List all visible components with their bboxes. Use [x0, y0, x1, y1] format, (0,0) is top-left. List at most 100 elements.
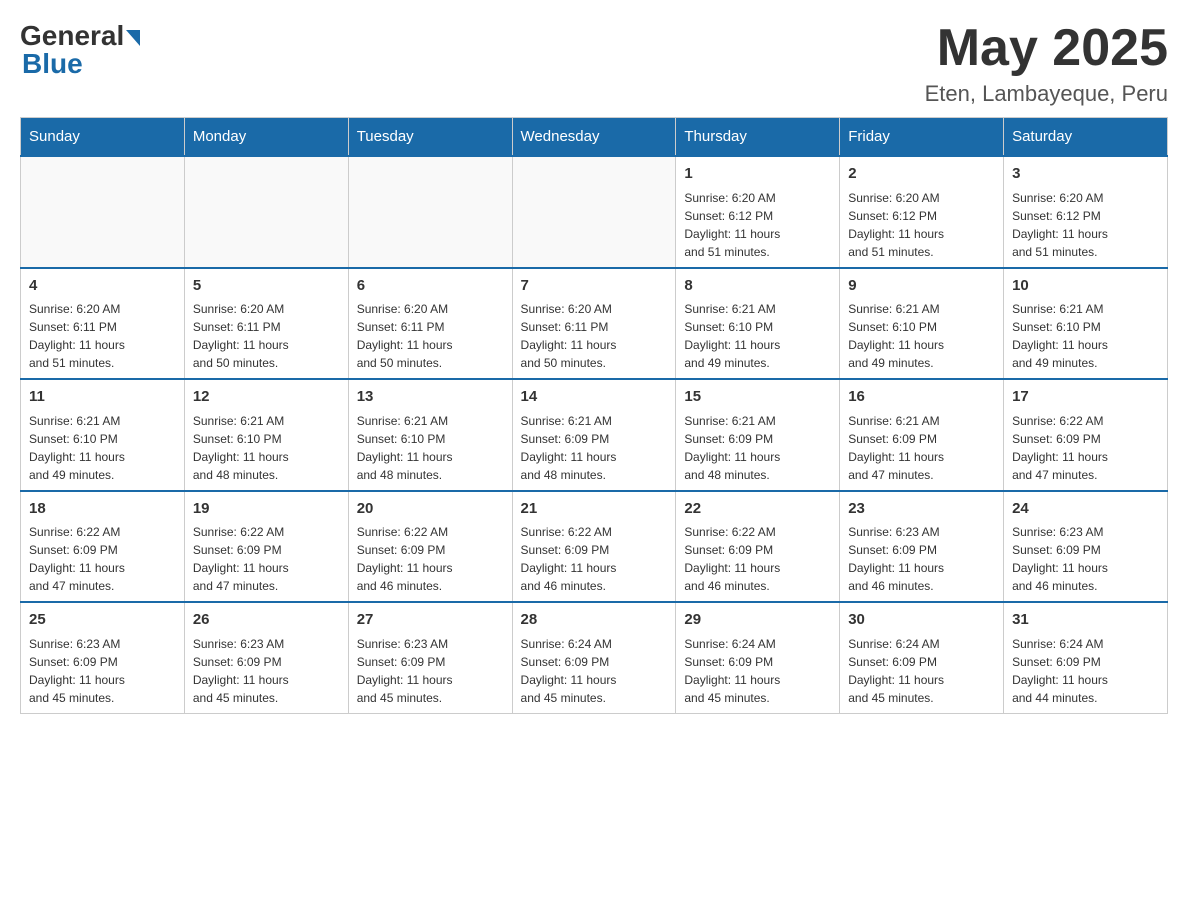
day-number: 4 [29, 275, 176, 298]
calendar-cell: 13 Sunrise: 6:21 AM Sunset: 6:10 PM Dayli… [348, 379, 512, 491]
day-number: 28 [521, 609, 668, 632]
week-row-3: 11 Sunrise: 6:21 AM Sunset: 6:10 PM Dayli… [21, 379, 1168, 491]
day-number: 25 [29, 609, 176, 632]
calendar-cell: 7Sunrise: 6:20 AM Sunset: 6:11 PM Daylig… [512, 268, 676, 380]
calendar-header-tuesday: Tuesday [348, 118, 512, 157]
calendar-cell [21, 156, 185, 268]
day-info: Sunrise: 6:23 AM Sunset: 6:09 PM Dayligh… [357, 635, 504, 707]
day-info: Sunrise: 6:21 AM Sunset: 6:10 PM Dayligh… [1012, 300, 1159, 372]
title-section: May 2025 Eten, Lambayeque, Peru [925, 20, 1168, 107]
day-info: Sunrise: 6:22 AM Sunset: 6:09 PM Dayligh… [521, 523, 668, 595]
day-number: 18 [29, 498, 176, 521]
calendar-cell: 27 Sunrise: 6:23 AM Sunset: 6:09 PM Dayli… [348, 602, 512, 713]
day-info: Sunrise: 6:21 AM Sunset: 6:09 PM Dayligh… [684, 412, 831, 484]
calendar-cell [184, 156, 348, 268]
calendar-cell: 24Sunrise: 6:23 AM Sunset: 6:09 PM Dayli… [1004, 491, 1168, 603]
calendar-cell: 29Sunrise: 6:24 AM Sunset: 6:09 PM Dayli… [676, 602, 840, 713]
day-info: Sunrise: 6:23 AM Sunset: 6:09 PM Dayligh… [193, 635, 340, 707]
calendar-cell: 30 Sunrise: 6:24 AM Sunset: 6:09 PM Dayli… [840, 602, 1004, 713]
calendar-cell: 31Sunrise: 6:24 AM Sunset: 6:09 PM Dayli… [1004, 602, 1168, 713]
calendar-cell: 16Sunrise: 6:21 AM Sunset: 6:09 PM Dayli… [840, 379, 1004, 491]
day-info: Sunrise: 6:20 AM Sunset: 6:11 PM Dayligh… [193, 300, 340, 372]
calendar-header-wednesday: Wednesday [512, 118, 676, 157]
day-info: Sunrise: 6:22 AM Sunset: 6:09 PM Dayligh… [1012, 412, 1159, 484]
calendar-cell: 5Sunrise: 6:20 AM Sunset: 6:11 PM Daylig… [184, 268, 348, 380]
logo: General Blue [20, 20, 140, 80]
day-number: 24 [1012, 498, 1159, 521]
week-row-4: 18Sunrise: 6:22 AM Sunset: 6:09 PM Dayli… [21, 491, 1168, 603]
day-number: 27 [357, 609, 504, 632]
day-info: Sunrise: 6:24 AM Sunset: 6:09 PM Dayligh… [1012, 635, 1159, 707]
day-number: 20 [357, 498, 504, 521]
day-number: 5 [193, 275, 340, 298]
day-info: Sunrise: 6:21 AM Sunset: 6:10 PM Dayligh… [848, 300, 995, 372]
calendar-cell: 22Sunrise: 6:22 AM Sunset: 6:09 PM Dayli… [676, 491, 840, 603]
day-number: 1 [684, 163, 831, 186]
day-info: Sunrise: 6:20 AM Sunset: 6:12 PM Dayligh… [684, 189, 831, 261]
day-number: 22 [684, 498, 831, 521]
day-info: Sunrise: 6:22 AM Sunset: 6:09 PM Dayligh… [357, 523, 504, 595]
logo-arrow-icon [126, 30, 140, 46]
calendar-cell: 25 Sunrise: 6:23 AM Sunset: 6:09 PM Dayli… [21, 602, 185, 713]
day-info: Sunrise: 6:21 AM Sunset: 6:10 PM Dayligh… [29, 412, 176, 484]
day-number: 23 [848, 498, 995, 521]
day-info: Sunrise: 6:20 AM Sunset: 6:11 PM Dayligh… [521, 300, 668, 372]
calendar-table: SundayMondayTuesdayWednesdayThursdayFrid… [20, 117, 1168, 714]
day-info: Sunrise: 6:21 AM Sunset: 6:10 PM Dayligh… [684, 300, 831, 372]
day-number: 7 [521, 275, 668, 298]
day-info: Sunrise: 6:21 AM Sunset: 6:10 PM Dayligh… [193, 412, 340, 484]
week-row-5: 25 Sunrise: 6:23 AM Sunset: 6:09 PM Dayli… [21, 602, 1168, 713]
calendar-cell [348, 156, 512, 268]
month-title: May 2025 [925, 20, 1168, 77]
day-info: Sunrise: 6:22 AM Sunset: 6:09 PM Dayligh… [684, 523, 831, 595]
day-info: Sunrise: 6:23 AM Sunset: 6:09 PM Dayligh… [1012, 523, 1159, 595]
calendar-cell: 14 Sunrise: 6:21 AM Sunset: 6:09 PM Dayli… [512, 379, 676, 491]
day-info: Sunrise: 6:20 AM Sunset: 6:11 PM Dayligh… [29, 300, 176, 372]
calendar-header-monday: Monday [184, 118, 348, 157]
day-info: Sunrise: 6:21 AM Sunset: 6:09 PM Dayligh… [521, 412, 668, 484]
calendar-cell: 17 Sunrise: 6:22 AM Sunset: 6:09 PM Dayli… [1004, 379, 1168, 491]
calendar-cell: 20Sunrise: 6:22 AM Sunset: 6:09 PM Dayli… [348, 491, 512, 603]
day-number: 29 [684, 609, 831, 632]
day-info: Sunrise: 6:24 AM Sunset: 6:09 PM Dayligh… [848, 635, 995, 707]
calendar-cell: 10Sunrise: 6:21 AM Sunset: 6:10 PM Dayli… [1004, 268, 1168, 380]
day-info: Sunrise: 6:22 AM Sunset: 6:09 PM Dayligh… [193, 523, 340, 595]
calendar-cell: 12 Sunrise: 6:21 AM Sunset: 6:10 PM Dayli… [184, 379, 348, 491]
day-info: Sunrise: 6:22 AM Sunset: 6:09 PM Dayligh… [29, 523, 176, 595]
day-number: 21 [521, 498, 668, 521]
day-info: Sunrise: 6:23 AM Sunset: 6:09 PM Dayligh… [29, 635, 176, 707]
week-row-1: 1 Sunrise: 6:20 AM Sunset: 6:12 PM Daylig… [21, 156, 1168, 268]
day-number: 17 [1012, 386, 1159, 409]
day-number: 30 [848, 609, 995, 632]
calendar-cell: 11 Sunrise: 6:21 AM Sunset: 6:10 PM Dayli… [21, 379, 185, 491]
day-info: Sunrise: 6:20 AM Sunset: 6:12 PM Dayligh… [848, 189, 995, 261]
day-info: Sunrise: 6:21 AM Sunset: 6:09 PM Dayligh… [848, 412, 995, 484]
location-title: Eten, Lambayeque, Peru [925, 81, 1168, 107]
day-number: 10 [1012, 275, 1159, 298]
calendar-cell: 15 Sunrise: 6:21 AM Sunset: 6:09 PM Dayli… [676, 379, 840, 491]
calendar-cell: 2Sunrise: 6:20 AM Sunset: 6:12 PM Daylig… [840, 156, 1004, 268]
calendar-cell: 4Sunrise: 6:20 AM Sunset: 6:11 PM Daylig… [21, 268, 185, 380]
day-number: 14 [521, 386, 668, 409]
page-header: General Blue May 2025 Eten, Lambayeque, … [20, 20, 1168, 107]
calendar-cell: 26 Sunrise: 6:23 AM Sunset: 6:09 PM Dayli… [184, 602, 348, 713]
day-number: 6 [357, 275, 504, 298]
day-number: 13 [357, 386, 504, 409]
day-info: Sunrise: 6:21 AM Sunset: 6:10 PM Dayligh… [357, 412, 504, 484]
day-number: 12 [193, 386, 340, 409]
calendar-cell: 23Sunrise: 6:23 AM Sunset: 6:09 PM Dayli… [840, 491, 1004, 603]
day-info: Sunrise: 6:23 AM Sunset: 6:09 PM Dayligh… [848, 523, 995, 595]
day-info: Sunrise: 6:24 AM Sunset: 6:09 PM Dayligh… [521, 635, 668, 707]
logo-blue-text: Blue [22, 48, 83, 80]
calendar-cell: 8Sunrise: 6:21 AM Sunset: 6:10 PM Daylig… [676, 268, 840, 380]
day-number: 15 [684, 386, 831, 409]
calendar-header-thursday: Thursday [676, 118, 840, 157]
day-info: Sunrise: 6:20 AM Sunset: 6:12 PM Dayligh… [1012, 189, 1159, 261]
day-number: 26 [193, 609, 340, 632]
calendar-cell: 1 Sunrise: 6:20 AM Sunset: 6:12 PM Daylig… [676, 156, 840, 268]
day-number: 19 [193, 498, 340, 521]
week-row-2: 4Sunrise: 6:20 AM Sunset: 6:11 PM Daylig… [21, 268, 1168, 380]
day-number: 11 [29, 386, 176, 409]
calendar-cell: 18Sunrise: 6:22 AM Sunset: 6:09 PM Dayli… [21, 491, 185, 603]
calendar-cell: 9Sunrise: 6:21 AM Sunset: 6:10 PM Daylig… [840, 268, 1004, 380]
